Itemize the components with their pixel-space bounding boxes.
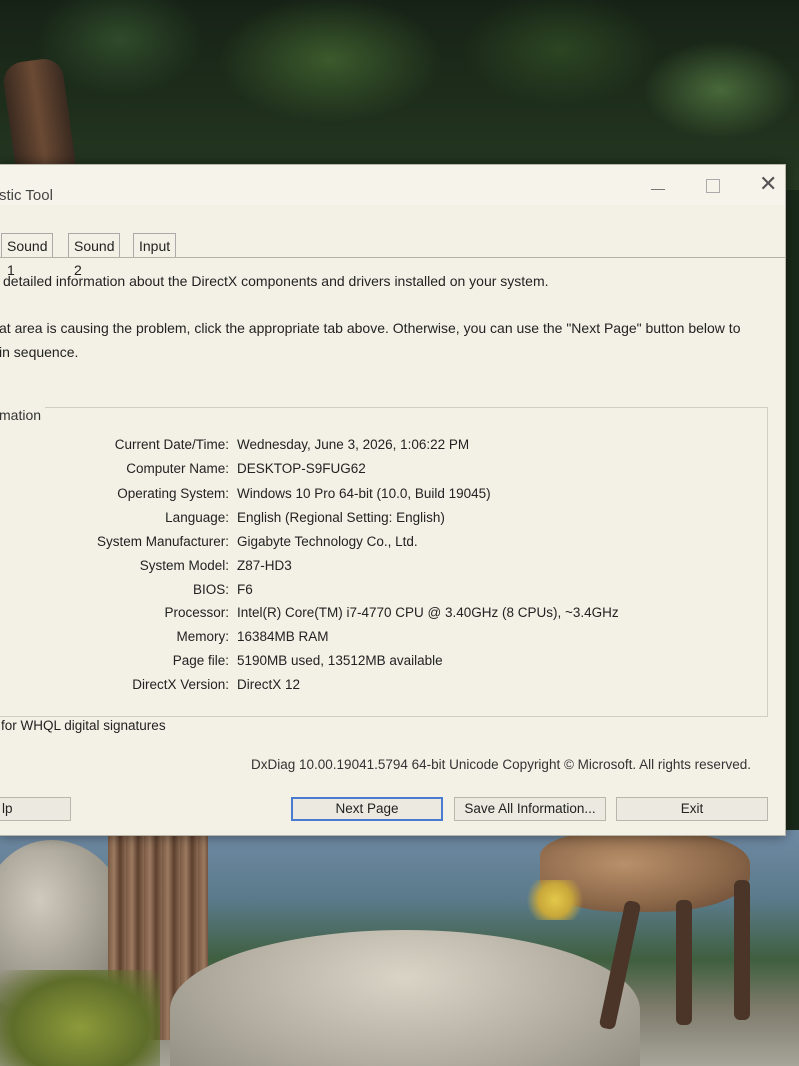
wallpaper-flowers: [520, 880, 590, 920]
wallpaper-elk-leg: [734, 880, 750, 1020]
window-title: stic Tool: [0, 187, 53, 204]
info-value: Gigabyte Technology Co., Ltd.: [237, 534, 418, 549]
info-value: F6: [237, 582, 253, 597]
copyright-text: DxDiag 10.00.19041.5794 64-bit Unicode C…: [251, 757, 751, 772]
info-value: 16384MB RAM: [237, 629, 329, 644]
wallpaper-pine-trees: [0, 0, 799, 194]
info-label: Page file:: [172, 653, 229, 668]
info-value: Wednesday, June 3, 2026, 1:06:22 PM: [237, 437, 470, 452]
close-button[interactable]: ✕: [759, 171, 799, 201]
exit-button[interactable]: Exit: [616, 797, 768, 821]
minimize-icon: [651, 189, 665, 190]
info-label: Memory:: [176, 629, 229, 644]
tab-input[interactable]: Input: [133, 233, 177, 258]
info-label: Operating System:: [117, 486, 229, 501]
info-value: 5190MB used, 13512MB available: [237, 653, 443, 668]
system-information-legend: mation: [0, 407, 46, 423]
wallpaper-grass: [0, 970, 160, 1066]
tab-divider: [0, 257, 785, 258]
info-value: DirectX 12: [237, 677, 301, 692]
minimize-button[interactable]: [639, 171, 679, 201]
info-label: Current Date/Time:: [114, 437, 229, 452]
description-line-1: detailed information about the DirectX c…: [3, 273, 549, 289]
maximize-button[interactable]: [694, 171, 734, 201]
info-label: System Manufacturer:: [96, 534, 229, 549]
info-label: Language:: [165, 510, 229, 525]
description-line-2: at area is causing the problem, click th…: [0, 320, 741, 336]
whql-check-label[interactable]: for WHQL digital signatures: [1, 718, 166, 733]
info-label: Computer Name:: [126, 461, 229, 476]
info-value: English (Regional Setting: English): [237, 510, 445, 525]
maximize-icon: [706, 179, 720, 193]
info-label: DirectX Version:: [132, 677, 229, 692]
description-line-3: in sequence.: [0, 344, 79, 360]
next-page-button[interactable]: Next Page: [291, 797, 443, 821]
info-label: Processor:: [164, 605, 229, 620]
info-label: BIOS:: [192, 582, 229, 597]
help-button[interactable]: lp: [0, 797, 71, 821]
info-value: Intel(R) Core(TM) i7-4770 CPU @ 3.40GHz …: [237, 605, 619, 620]
tab-sound-2[interactable]: Sound 2: [68, 233, 121, 278]
info-label: System Model:: [139, 558, 229, 573]
tab-sound-1[interactable]: Sound 1: [1, 233, 54, 278]
save-all-information-button[interactable]: Save All Information...: [454, 797, 606, 821]
info-value: DESKTOP-S9FUG62: [237, 461, 366, 476]
title-bar[interactable]: stic Tool ✕: [0, 165, 785, 205]
info-value: Windows 10 Pro 64-bit (10.0, Build 19045…: [237, 486, 491, 501]
dxdiag-window: stic Tool ✕ Sound 1 Sound 2 Input detail…: [0, 164, 786, 836]
info-value: Z87-HD3: [237, 558, 292, 573]
wallpaper-elk-leg: [676, 900, 692, 1025]
